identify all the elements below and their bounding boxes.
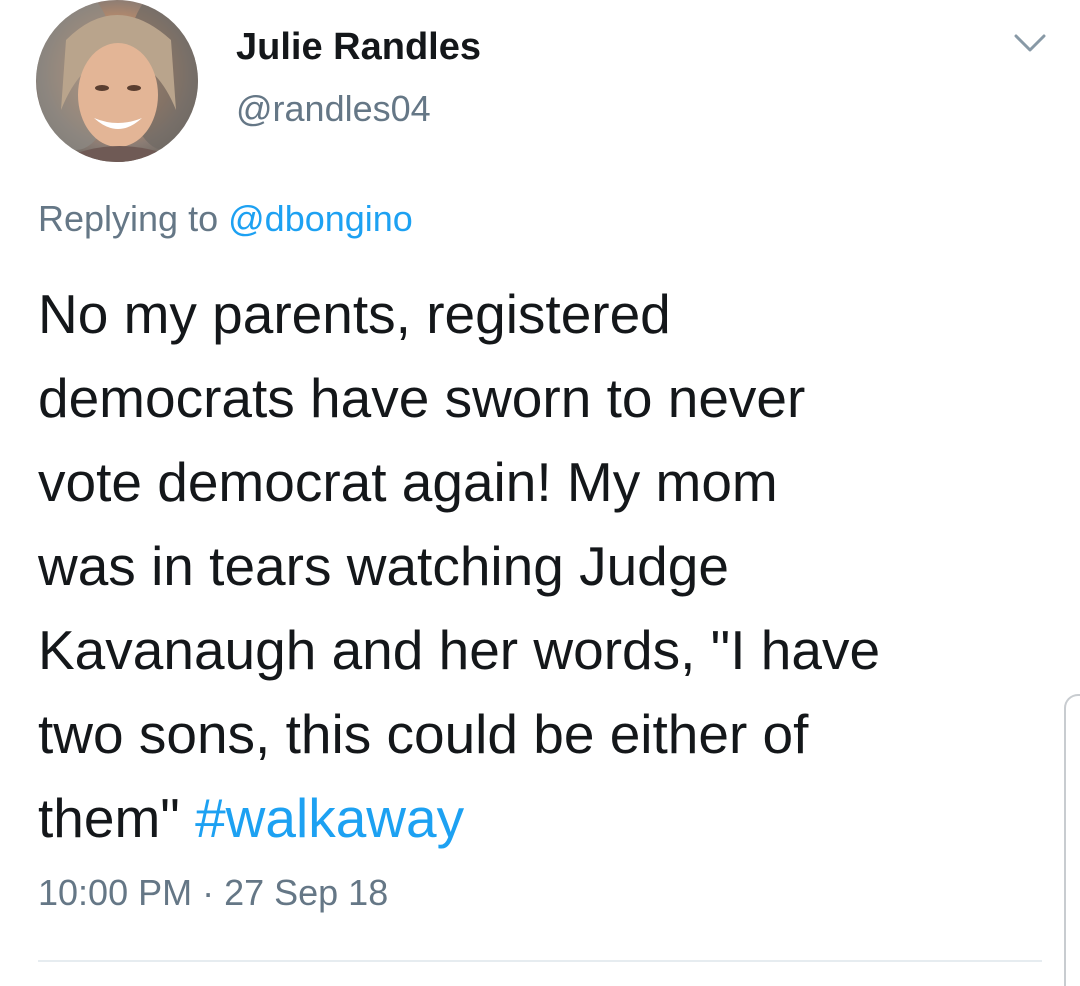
tweet-text: No my parents, registered democrats have… [38, 272, 1038, 860]
overlay-edge [1064, 694, 1080, 986]
chevron-down-icon[interactable] [1010, 28, 1050, 58]
divider [38, 960, 1042, 962]
tweet-text-last-line: them" #walkaway [38, 776, 1038, 860]
tweet-timestamp[interactable]: 10:00 PM · 27 Sep 18 [38, 872, 388, 914]
reply-mention-link[interactable]: @dbongino [228, 198, 413, 239]
author-handle[interactable]: @randles04 [236, 88, 431, 130]
hashtag-link[interactable]: #walkaway [195, 787, 464, 849]
tweet-text-line: two sons, this could be either of [38, 703, 809, 765]
author-display-name[interactable]: Julie Randles [236, 26, 481, 69]
tweet-text-line: Kavanaugh and her words, "I have [38, 619, 881, 681]
tweet-text-line: was in tears watching Judge [38, 535, 729, 597]
profile-photo [36, 0, 198, 162]
avatar[interactable] [36, 0, 198, 162]
tweet-text-line: vote democrat again! My mom [38, 451, 778, 513]
replying-to: Replying to @dbongino [38, 198, 413, 240]
tweet-text-line: democrats have sworn to never [38, 367, 806, 429]
tweet-text-line: No my parents, registered [38, 283, 671, 345]
tweet-text-line: them" [38, 787, 180, 849]
replying-to-label: Replying to [38, 198, 219, 239]
